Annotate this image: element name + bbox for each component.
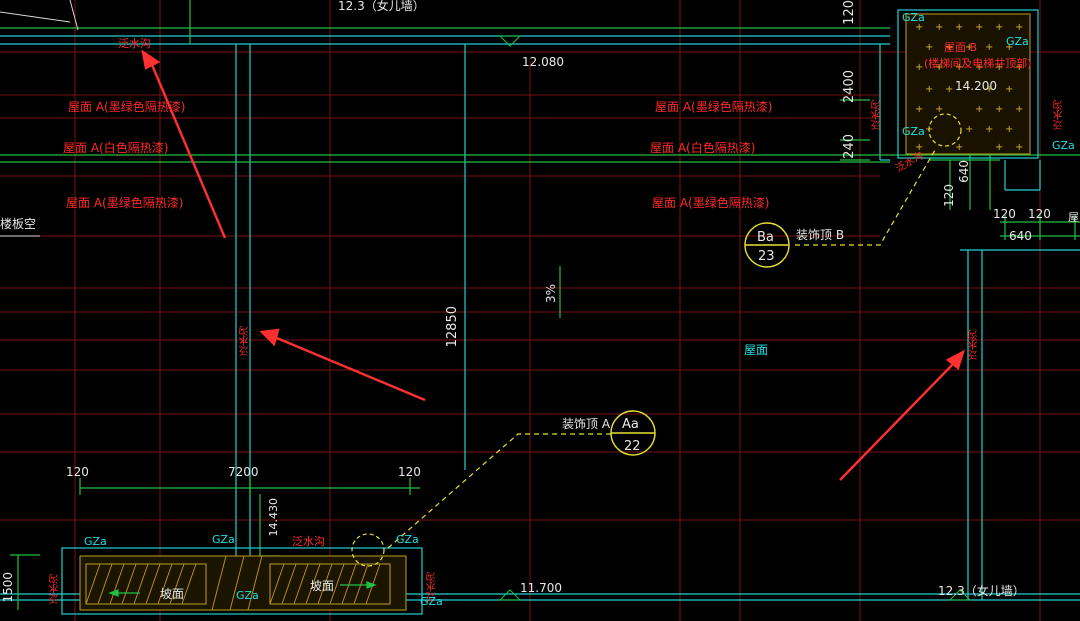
roof-label-mid-2: 屋面 A(白色隔热漆) <box>650 141 756 155</box>
svg-text:+: + <box>935 104 943 115</box>
overflow-label-right-wall: 泛水沟 <box>969 330 980 360</box>
svg-text:+: + <box>915 62 923 73</box>
callout-a-top[interactable]: Aa <box>622 418 639 431</box>
svg-text:+: + <box>1005 84 1013 95</box>
svg-text:+: + <box>935 22 943 33</box>
drawing-lines: + + + + + + + + + + + + + + + + + + + + + + + + + + + + + + + + + + <box>0 0 1080 621</box>
callout-b-top[interactable]: Ba <box>757 231 774 244</box>
dim-2400: 2400 <box>842 70 857 104</box>
dim-640-stair-h: 640 <box>1009 229 1032 243</box>
svg-text:+: + <box>995 22 1003 33</box>
column-gza-3: GZa <box>396 533 419 546</box>
roof-label-left-1: 屋面 A(墨绿色隔热漆) <box>68 100 186 114</box>
slope-hatch-bottom <box>61 547 423 615</box>
dim-120-stair-h1: 120 <box>993 207 1016 221</box>
roof-b-sublabel: (楼梯间及电梯井顶部) <box>924 57 1032 70</box>
column-gza-8: GZa <box>902 125 925 138</box>
dim-120-stair-v: 120 <box>942 184 956 207</box>
svg-text:+: + <box>1015 104 1023 115</box>
dim-120-right: 120 <box>398 465 421 479</box>
callout-a-bottom[interactable]: 22 <box>624 440 641 453</box>
floor-void-label: 楼板空 <box>0 217 37 231</box>
elevation-14200: 14.200 <box>955 79 997 93</box>
roof-label-left-3: 屋面 A(墨绿色隔热漆) <box>66 196 184 210</box>
deco-a-label: 装饰顶 A <box>562 417 611 431</box>
slope-label-left: 坡面 <box>160 587 185 601</box>
column-gza-4: GZa <box>236 589 259 602</box>
edge-label-right: 屋 <box>1068 211 1079 224</box>
svg-text:+: + <box>1015 22 1023 33</box>
column-gza-2: GZa <box>212 533 235 546</box>
overflow-label-top: 泛水沟 <box>118 37 151 50</box>
elevation-11700: 11.700 <box>520 581 562 595</box>
svg-text:+: + <box>925 84 933 95</box>
svg-text:+: + <box>1005 124 1013 135</box>
overflow-label-bottom: 泛水沟 <box>292 535 325 548</box>
roof-label-left-2: 屋面 A(白色隔热漆) <box>63 141 169 155</box>
dim-240: 240 <box>842 134 857 159</box>
roof-center-label: 屋面 <box>744 343 769 357</box>
svg-text:+: + <box>945 84 953 95</box>
dim-640-stair-v: 640 <box>957 160 971 183</box>
dim-12850: 12850 <box>445 306 460 348</box>
svg-text:+: + <box>975 22 983 33</box>
dim-1500: 1500 <box>1 572 15 603</box>
overflow-label-stair-right: 泛水沟 <box>1054 100 1065 130</box>
dim-120-top: 120 <box>842 0 857 25</box>
svg-text:+: + <box>955 22 963 33</box>
svg-text:+: + <box>985 124 993 135</box>
dim-14430: 14.430 <box>267 498 280 537</box>
slope-percent: 3% <box>544 284 558 304</box>
column-gza-9: GZa <box>1052 139 1075 152</box>
parapet-label-top: 12.3（女儿墙） <box>338 0 425 13</box>
elevation-12080: 12.080 <box>522 55 564 69</box>
svg-text:+: + <box>985 42 993 53</box>
svg-text:+: + <box>995 104 1003 115</box>
column-gza-1: GZa <box>84 535 107 548</box>
slope-label-right: 坡面 <box>310 579 335 593</box>
overflow-label-slope-left: 泛水沟 <box>50 574 61 604</box>
roof-b-label: 屋面 B <box>944 41 978 54</box>
svg-text:+: + <box>965 124 973 135</box>
svg-text:+: + <box>1015 142 1023 153</box>
dim-120-stair-h2: 120 <box>1028 207 1051 221</box>
svg-text:+: + <box>975 104 983 115</box>
cad-drawing-canvas[interactable]: { "labels": { "top_parapet": "12.3（女儿墙）"… <box>0 0 1080 621</box>
column-gza-5: GZa <box>420 595 443 608</box>
column-gza-7: GZa <box>1006 35 1029 48</box>
svg-text:+: + <box>915 104 923 115</box>
overflow-label-left-wall: 泛水沟 <box>240 326 251 356</box>
parapet-label-bottom: 12.3（女儿墙） <box>938 584 1025 598</box>
deco-b-label: 装饰顶 B <box>796 228 845 242</box>
callout-b-bottom[interactable]: 23 <box>758 250 775 263</box>
svg-text:+: + <box>995 142 1003 153</box>
roof-label-mid-3: 屋面 A(墨绿色隔热漆) <box>652 196 770 210</box>
dim-7200: 7200 <box>228 465 259 479</box>
column-gza-6: GZa <box>902 11 925 24</box>
roof-label-mid-1: 屋面 A(墨绿色隔热漆) <box>655 100 773 114</box>
annotation-arrows <box>141 49 966 481</box>
overflow-label-stair: 泛水沟 <box>872 100 883 130</box>
svg-text:+: + <box>955 142 963 153</box>
svg-text:+: + <box>925 42 933 53</box>
dim-120-left: 120 <box>66 465 89 479</box>
